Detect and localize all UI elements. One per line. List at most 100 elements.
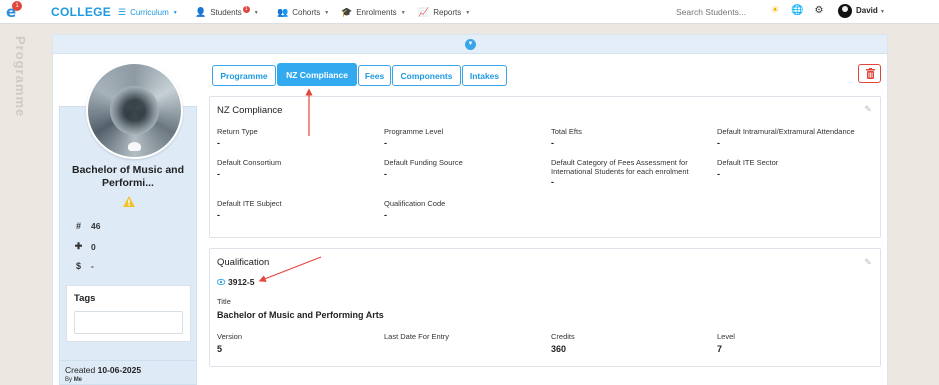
field-programme-level-value: - <box>384 138 387 148</box>
edit-pencil-icon[interactable]: ✎ <box>863 257 873 267</box>
field-level-label: Level <box>717 332 735 341</box>
field-total-efts-value: - <box>551 138 554 148</box>
created-info: Created 10-06-2025 <box>65 365 141 375</box>
field-fees-category-label-line2: International Students for each enrolmen… <box>551 167 689 176</box>
field-programme-level-label: Programme Level <box>384 127 444 136</box>
tags-input[interactable] <box>74 311 183 334</box>
chevron-down-icon: ▼ <box>172 9 178 16</box>
field-version-label: Version <box>217 332 243 341</box>
list-icon: ☰ <box>118 7 127 17</box>
top-navbar: e 1 COLLEGE ☰ Curriculum ▼ 👤 Students 1 … <box>0 0 939 24</box>
field-return-type-label: Return Type <box>217 127 258 136</box>
stat-count: # 46 <box>74 221 100 231</box>
logo-notification-badge: 1 <box>12 1 22 11</box>
qualification-title-value: Bachelor of Music and Performing Arts <box>217 310 384 320</box>
qualification-code: 3912-5 <box>228 277 255 287</box>
field-funding-source-value: - <box>384 169 387 179</box>
tags-box: Tags <box>66 285 191 342</box>
field-qualification-code-label: Qualification Code <box>384 199 446 208</box>
collapse-toggle-icon[interactable]: ▼ <box>465 39 476 50</box>
programme-image <box>86 62 183 159</box>
nav-curriculum[interactable]: ☰ Curriculum ▼ <box>118 6 178 19</box>
nav-enrolments[interactable]: 🎓 Enrolments ▼ <box>341 6 406 19</box>
chart-line-icon: 📈 <box>418 7 430 17</box>
qualification-code-link[interactable]: 3912-5 <box>217 277 254 287</box>
divider <box>59 360 197 361</box>
stat-count-value: 46 <box>91 221 101 231</box>
field-ite-subject-value: - <box>217 210 220 220</box>
field-attendance-value: - <box>717 138 720 148</box>
puzzle-icon: ✚ <box>74 241 83 251</box>
nav-cohorts-label: Cohorts <box>292 8 321 17</box>
nav-enrolments-label: Enrolments <box>356 8 397 17</box>
app-logo[interactable]: e 1 <box>6 1 22 20</box>
username-label: David <box>856 6 878 15</box>
nav-students[interactable]: 👤 Students 1 ▼ <box>195 6 259 19</box>
globe-icon[interactable]: 🌐 <box>791 5 803 17</box>
trash-icon <box>866 68 875 79</box>
user-icon: 👤 <box>195 7 207 17</box>
stat-fees: $ - <box>74 261 94 271</box>
field-consortium-label: Default Consortium <box>217 158 282 167</box>
brand-name[interactable]: COLLEGE <box>51 5 111 19</box>
field-level-value: 7 <box>717 344 723 354</box>
tab-programme[interactable]: Programme <box>212 65 276 86</box>
chevron-down-icon: ▼ <box>253 9 259 16</box>
by-label: By <box>65 377 73 383</box>
qualification-card <box>209 248 881 367</box>
tab-components[interactable]: Components <box>392 65 461 86</box>
students-badge: 1 <box>242 6 250 13</box>
nav-reports[interactable]: 📈 Reports ▼ <box>418 6 470 19</box>
dollar-icon: $ <box>75 261 81 271</box>
tab-nz-compliance[interactable]: NZ Compliance <box>277 63 357 86</box>
tab-fees[interactable]: Fees <box>358 65 391 86</box>
created-label: Created <box>65 365 96 375</box>
field-credits-label: Credits <box>551 332 575 341</box>
field-return-type-value: - <box>217 138 220 148</box>
sun-icon[interactable]: ☀ <box>769 5 781 17</box>
field-qualification-code-value: - <box>384 210 387 220</box>
user-menu[interactable]: David ▼ <box>856 6 885 15</box>
created-date: 10-06-2025 <box>97 365 142 375</box>
graduation-cap-icon: 🎓 <box>341 7 353 17</box>
stat-components-value: 0 <box>91 241 96 252</box>
chevron-down-icon: ▼ <box>324 9 330 16</box>
edit-pencil-icon[interactable]: ✎ <box>863 104 873 114</box>
gear-icon[interactable]: ⚙ <box>813 5 825 17</box>
stat-components: ✚ 0 <box>74 241 96 252</box>
nav-reports-label: Reports <box>433 8 462 17</box>
search-students-input[interactable] <box>676 5 756 18</box>
stat-fees-value: - <box>91 261 94 271</box>
programme-name-line2: Performi... <box>102 177 154 189</box>
nz-compliance-title: NZ Compliance <box>217 105 283 116</box>
hash-icon: # <box>75 221 81 231</box>
users-icon: 👥 <box>277 7 289 17</box>
delete-button[interactable] <box>858 64 881 83</box>
field-funding-source-label: Default Funding Source <box>384 158 463 167</box>
eye-icon <box>217 279 225 285</box>
field-credits-value: 360 <box>551 344 567 354</box>
field-ite-sector-value: - <box>717 169 720 179</box>
nav-cohorts[interactable]: 👥 Cohorts ▼ <box>277 6 329 19</box>
tab-intakes[interactable]: Intakes <box>462 65 507 86</box>
programme-name-line1: Bachelor of Music and <box>71 164 185 176</box>
nav-students-label: Students <box>210 8 242 17</box>
chevron-down-icon: ▼ <box>465 9 471 16</box>
qualification-title-label: Title <box>217 297 231 306</box>
field-version-value: 5 <box>217 344 223 354</box>
by-user: Me <box>73 377 83 383</box>
programme-name: Bachelor of Music and Performi... <box>63 164 193 190</box>
chevron-down-icon: ▼ <box>400 9 406 16</box>
field-last-date-label: Last Date For Entry <box>384 332 450 341</box>
chevron-down-icon: ▼ <box>880 9 885 15</box>
field-total-efts-label: Total Efts <box>551 127 582 136</box>
created-by: By Me <box>65 377 82 383</box>
warning-icon <box>123 196 135 207</box>
avatar[interactable] <box>838 4 852 18</box>
side-section-label: Programme <box>13 36 28 118</box>
field-ite-subject-label: Default ITE Subject <box>217 199 282 208</box>
nav-curriculum-label: Curriculum <box>130 8 169 17</box>
qualification-title: Qualification <box>217 257 270 268</box>
tags-title: Tags <box>74 293 96 304</box>
field-attendance-label: Default Intramural/Extramural Attendance <box>717 127 855 136</box>
